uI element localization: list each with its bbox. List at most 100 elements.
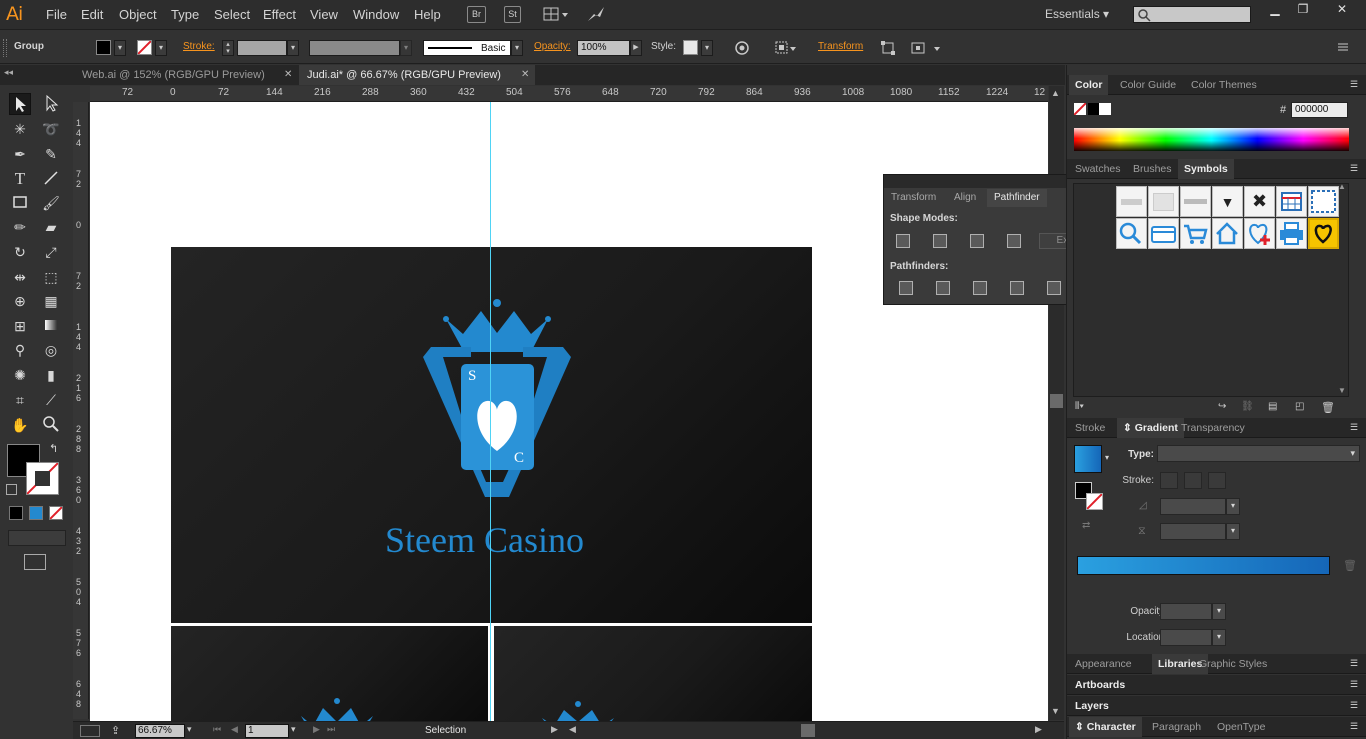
stroke-weight-field[interactable] [237, 40, 287, 56]
menu-view[interactable]: View [310, 7, 338, 22]
tab-web-document[interactable]: Web.ai @ 152% (RGB/GPU Preview) [74, 65, 296, 85]
gradient-stroke-box[interactable] [1086, 493, 1103, 510]
color-mode-icon[interactable] [9, 506, 23, 520]
share-icon[interactable]: ⇪ [111, 724, 120, 737]
artboard-tool-icon[interactable]: ⌗ [9, 389, 31, 411]
isolate-group-icon[interactable] [910, 40, 944, 59]
scroll-down-icon[interactable]: ▼ [1338, 386, 1346, 395]
scroll-right-icon[interactable]: ▶ [1035, 724, 1042, 735]
location-dropdown[interactable]: ▾ [1212, 629, 1226, 646]
gradient-preview[interactable] [1074, 445, 1102, 473]
none-color-icon[interactable] [1073, 102, 1087, 116]
dropdown-symbol-icon[interactable]: ▼ [1212, 186, 1243, 217]
tab-transform[interactable]: Transform [884, 189, 943, 207]
shape-builder-tool-icon[interactable]: ⊕ [9, 290, 31, 312]
rotate-tool-icon[interactable]: ↻ [9, 241, 31, 263]
symbol-options-icon[interactable]: ▤ [1268, 401, 1277, 412]
intersect-icon[interactable] [970, 234, 984, 248]
swap-colors-icon[interactable]: ↰ [49, 442, 58, 455]
style-dropdown[interactable]: ▾ [701, 40, 713, 56]
mesh-tool-icon[interactable]: ⊞ [9, 315, 31, 337]
search-symbol-icon[interactable] [1116, 218, 1147, 249]
tab-graphic-styles[interactable]: Graphic Styles [1193, 654, 1273, 674]
close-tab-icon[interactable]: ✕ [284, 69, 292, 80]
tab-opentype[interactable]: OpenType [1211, 717, 1271, 737]
type-tool-icon[interactable]: T [9, 168, 31, 190]
brush-dropdown[interactable]: ▾ [511, 40, 523, 56]
stroke-dropdown[interactable]: ▾ [155, 40, 167, 56]
graphic-style-swatch[interactable] [683, 40, 698, 55]
artboard-2[interactable] [171, 626, 488, 721]
tab-appearance[interactable]: Appearance [1069, 654, 1138, 674]
none-mode-icon[interactable] [49, 506, 63, 520]
artboard-3[interactable] [494, 626, 812, 721]
tab-align[interactable]: Align [947, 189, 983, 207]
menu-edit[interactable]: Edit [81, 7, 103, 22]
hex-input[interactable]: 000000 [1291, 102, 1348, 118]
heart-symbol-icon[interactable] [1308, 218, 1339, 249]
printer-symbol-icon[interactable] [1276, 218, 1307, 249]
curvature-tool-icon[interactable]: ✎ [40, 143, 62, 165]
search-input[interactable] [1133, 6, 1251, 23]
cart-symbol-icon[interactable] [1180, 218, 1211, 249]
screen-mode-icon[interactable] [24, 554, 46, 570]
menu-object[interactable]: Object [119, 7, 157, 22]
opacity-label[interactable]: Opacity: [534, 41, 571, 52]
stroke-weight-dropdown[interactable]: ▾ [287, 40, 299, 56]
width-tool-icon[interactable]: ⇹ [9, 266, 31, 288]
align-to-selection-icon[interactable] [774, 40, 798, 59]
delete-stop-icon[interactable]: 🗑 [1343, 559, 1357, 572]
panel-menu-icon[interactable]: ☰ [1350, 422, 1358, 433]
gpu-performance-icon[interactable] [586, 5, 606, 24]
close-symbol-icon[interactable]: ✖ [1244, 186, 1275, 217]
bridge-button[interactable]: Br [467, 6, 486, 23]
tab-judi-document[interactable]: Judi.ai* @ 66.67% (RGB/GPU Preview) [299, 65, 535, 85]
panel-menu-icon[interactable]: ☰ [1350, 658, 1358, 669]
panel-menu-icon[interactable]: ☰ [1350, 79, 1358, 90]
tab-character[interactable]: ⇕ Character [1069, 717, 1142, 737]
opacity-dropdown[interactable]: ▾ [1212, 603, 1226, 620]
angle-dropdown[interactable]: ▾ [1226, 498, 1240, 515]
magic-wand-tool-icon[interactable]: ✳ [9, 118, 31, 140]
menu-effect[interactable]: Effect [263, 7, 296, 22]
aspect-ratio-field[interactable] [1160, 523, 1226, 540]
drawing-modes-icon[interactable] [8, 530, 66, 546]
opacity-slider-button[interactable]: ▶ [630, 40, 642, 56]
status-menu-icon[interactable]: ▶ [551, 724, 558, 735]
artboard-dropdown[interactable]: ▾ [291, 724, 296, 735]
credit-card-symbol-icon[interactable] [1148, 218, 1179, 249]
stroke-along-icon[interactable] [1184, 472, 1202, 489]
stroke-within-icon[interactable] [1160, 472, 1178, 489]
white-color-icon[interactable] [1099, 103, 1111, 115]
zoom-tool-icon[interactable] [40, 414, 62, 436]
outline-icon[interactable] [1047, 281, 1061, 295]
reverse-gradient-icon[interactable]: ⇄ [1082, 520, 1090, 531]
tab-color-themes[interactable]: Color Themes [1185, 75, 1263, 95]
unite-icon[interactable] [896, 234, 910, 248]
brush-definition[interactable]: Basic [423, 40, 511, 56]
gradient-tool-icon[interactable] [40, 315, 62, 337]
first-artboard-icon[interactable]: ⏮ [213, 724, 221, 735]
menu-window[interactable]: Window [353, 7, 399, 22]
symbol-cell[interactable] [1148, 186, 1179, 217]
selection-tool-icon[interactable] [9, 93, 31, 115]
new-symbol-icon[interactable]: ◰ [1295, 401, 1304, 412]
last-artboard-icon[interactable]: ⏭ [327, 724, 335, 735]
color-spectrum[interactable] [1074, 128, 1349, 151]
tab-paragraph[interactable]: Paragraph [1146, 717, 1207, 737]
panel-menu-icon[interactable]: ☰ [1350, 679, 1358, 690]
paintbrush-tool-icon[interactable]: 🖌 [40, 192, 62, 214]
transform-link[interactable]: Transform [818, 41, 863, 52]
transform-icon[interactable] [880, 40, 896, 59]
pen-tool-icon[interactable]: ✒ [9, 143, 31, 165]
symbol-cell[interactable] [1116, 186, 1147, 217]
scale-tool-icon[interactable]: ⤢ [40, 241, 62, 263]
eraser-tool-icon[interactable]: ▰ [40, 216, 62, 238]
recolor-artwork-icon[interactable] [734, 40, 750, 59]
rectangle-tool-icon[interactable] [9, 192, 31, 214]
perspective-grid-tool-icon[interactable]: ▦ [40, 290, 62, 312]
blend-tool-icon[interactable]: ◎ [40, 339, 62, 361]
trim-icon[interactable] [936, 281, 950, 295]
gradient-slider[interactable] [1077, 556, 1330, 575]
restore-button[interactable]: ❐ [1290, 2, 1316, 18]
